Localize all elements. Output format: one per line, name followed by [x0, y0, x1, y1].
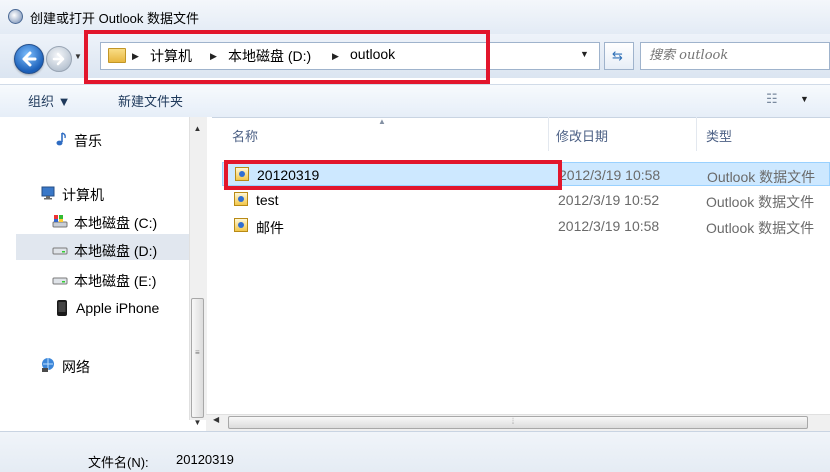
- sidebar-item-label: Apple iPhone: [76, 300, 160, 316]
- sidebar-scroll-thumb[interactable]: [191, 298, 204, 418]
- system-drive-icon: [52, 213, 68, 229]
- horizontal-scroll-thumb[interactable]: [228, 416, 808, 429]
- forward-arrow-icon: [52, 52, 65, 66]
- scroll-left-arrow-icon[interactable]: ◀: [213, 415, 219, 424]
- column-divider[interactable]: [548, 117, 549, 151]
- organize-button[interactable]: 组织 ▼: [28, 91, 70, 110]
- file-name: test: [256, 192, 279, 208]
- view-options-icon[interactable]: ☷: [766, 91, 784, 107]
- file-type: Outlook 数据文件: [706, 220, 815, 236]
- phone-icon: [54, 300, 70, 316]
- scroll-up-arrow-icon[interactable]: ▲: [189, 124, 206, 136]
- sidebar-item-label: 计算机: [62, 187, 104, 203]
- navigation-pane: [0, 117, 212, 420]
- file-type: Outlook 数据文件: [707, 169, 816, 185]
- window-title: 创建或打开 Outlook 数据文件: [30, 11, 200, 26]
- highlight-annotation-address: [84, 30, 490, 84]
- highlight-annotation-file: [224, 160, 562, 190]
- new-folder-button[interactable]: 新建文件夹: [118, 91, 183, 110]
- file-date: 2012/3/19 10:58: [559, 167, 661, 183]
- sidebar-item-label: 音乐: [74, 133, 102, 149]
- column-divider[interactable]: [696, 117, 697, 151]
- scroll-down-arrow-icon[interactable]: ▼: [189, 418, 206, 430]
- outlook-app-icon: [8, 9, 23, 24]
- sidebar-item-label: 网络: [62, 359, 90, 375]
- search-box[interactable]: [640, 42, 830, 70]
- computer-icon: [40, 185, 56, 201]
- column-header-name[interactable]: 名称: [232, 126, 258, 145]
- file-type: Outlook 数据文件: [706, 194, 815, 210]
- file-date: 2012/3/19 10:52: [558, 192, 660, 208]
- sort-ascending-icon: ▲: [378, 117, 386, 126]
- network-icon: [40, 357, 56, 373]
- outlook-data-file-icon: [234, 192, 248, 206]
- scroll-grip-icon: ⦙: [512, 416, 515, 426]
- column-header-date[interactable]: 修改日期: [556, 126, 608, 145]
- drive-icon: [52, 271, 68, 287]
- file-row-test[interactable]: test 2012/3/19 10:52 Outlook 数据文件: [222, 188, 830, 212]
- column-header-type[interactable]: 类型: [706, 126, 732, 145]
- drive-icon: [52, 241, 68, 257]
- view-dropdown-icon[interactable]: ▼: [800, 94, 809, 104]
- sidebar-item-label: 本地磁盘 (D:): [74, 243, 158, 259]
- search-input[interactable]: [641, 43, 829, 67]
- outlook-data-file-icon: [234, 218, 248, 232]
- sidebar-item-label: 本地磁盘 (C:): [74, 215, 158, 231]
- music-note-icon: [52, 131, 68, 147]
- filename-input[interactable]: 20120319: [176, 452, 234, 467]
- scroll-grip-icon: ≡: [195, 348, 200, 357]
- history-dropdown-icon[interactable]: ▼: [74, 52, 84, 62]
- file-row-mail[interactable]: 邮件 2012/3/19 10:58 Outlook 数据文件: [222, 214, 830, 238]
- address-dropdown-icon[interactable]: ▼: [580, 49, 589, 59]
- refresh-icon: ⇆: [612, 48, 623, 63]
- refresh-button[interactable]: ⇆: [604, 42, 634, 70]
- file-name: 邮件: [256, 220, 284, 236]
- filename-label: 文件名(N):: [88, 455, 149, 470]
- back-arrow-icon: [22, 51, 37, 67]
- back-button[interactable]: [14, 44, 44, 74]
- file-date: 2012/3/19 10:58: [558, 218, 660, 234]
- forward-button[interactable]: [46, 46, 72, 72]
- sidebar-item-label: 本地磁盘 (E:): [74, 273, 157, 289]
